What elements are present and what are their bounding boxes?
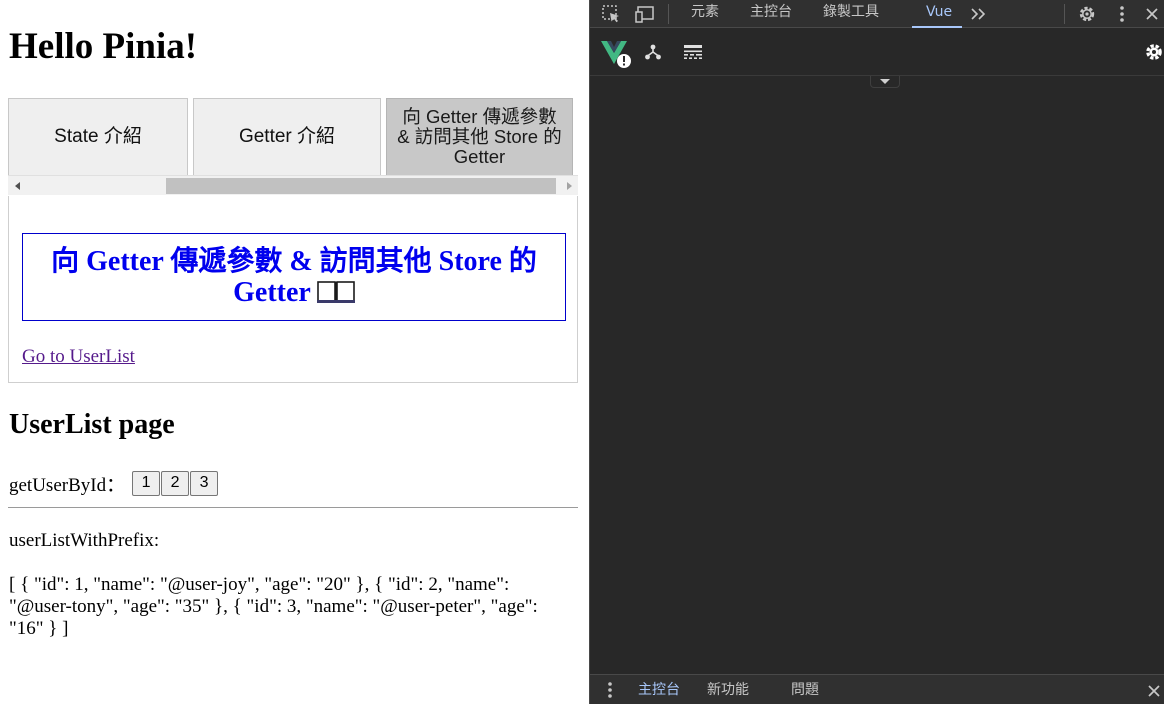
horizontal-scrollbar[interactable] [8,175,578,195]
prefix-list-json: [ { "id": 1, "name": "@user-joy", "age":… [9,574,538,639]
devtools-panel: 元素 主控台 錄製工具 Vue 主控台 新功能 問題 [589,0,1164,704]
arrow-right-icon [566,182,572,190]
get-user-by-id-row: getUserById： 1 2 3 [9,470,219,496]
drawer-tab-whats-new[interactable]: 新功能 [707,675,749,704]
userlist-heading: UserList page [9,409,175,440]
timeline-icon[interactable] [682,41,704,63]
app-page: Hello Pinia! State 介紹 Getter 介紹 向 Getter… [0,0,589,704]
go-to-userlist-link[interactable]: Go to UserList [22,346,135,368]
devtools-drawer-bar: 主控台 新功能 問題 [590,674,1164,704]
expand-panel-toggle[interactable] [870,76,900,88]
drawer-tab-console[interactable]: 主控台 [638,675,680,704]
drawer-tab-issues[interactable]: 問題 [791,675,819,704]
section-title-box: 向 Getter 傳遞參數 & 訪問其他 Store 的 Getter [22,233,566,321]
devtools-tab-vue[interactable]: Vue [911,0,963,28]
user-id-button-2[interactable]: 2 [161,470,190,496]
tab-content-panel: 向 Getter 傳遞參數 & 訪問其他 Store 的 Getter Go t… [8,196,578,383]
tab-getter-params[interactable]: 向 Getter 傳遞參數 & 訪問其他 Store 的 Getter [386,98,573,175]
page-title: Hello Pinia! [9,26,198,67]
close-drawer-icon[interactable] [1146,683,1162,699]
book-icon [316,280,355,304]
vue-settings-gear-icon[interactable] [1143,41,1164,63]
tab-bar: State 介紹 Getter 介紹 向 Getter 傳遞參數 & 訪問其他 … [8,98,578,175]
device-toolbar-icon[interactable] [634,3,658,25]
prefix-list-label: userListWithPrefix: [9,530,160,551]
scroll-left-arrow[interactable] [8,176,26,196]
arrow-left-icon [14,182,20,190]
scrollbar-thumb[interactable] [166,178,556,194]
devtools-tab-elements[interactable]: 元素 [691,0,719,28]
tab-label: Getter 介紹 [238,126,336,147]
drawer-menu-icon[interactable] [602,681,618,699]
kebab-menu-icon[interactable] [1112,3,1132,25]
tab-label: 向 Getter 傳遞參數 & 訪問其他 Store 的 Getter [397,106,562,167]
toolbar-separator [668,4,669,24]
vue-logo-warning-icon[interactable] [600,38,634,70]
user-id-button-3[interactable]: 3 [190,470,219,496]
get-user-by-id-label: getUserById： [9,474,126,496]
vue-devtools-toolbar [590,29,1164,76]
scroll-right-arrow[interactable] [560,176,578,196]
devtools-toolbar: 元素 主控台 錄製工具 Vue [590,0,1164,28]
section-title: 向 Getter 傳遞參數 & 訪問其他 Store 的 Getter [33,246,555,308]
divider [8,507,578,508]
inspect-element-icon[interactable] [600,3,622,25]
section-title-text: 向 Getter 傳遞參數 & 訪問其他 Store 的 Getter [51,246,537,308]
tab-state-intro[interactable]: State 介紹 [8,98,188,175]
settings-gear-icon[interactable] [1076,3,1098,25]
devtools-tab-console[interactable]: 主控台 [750,0,792,28]
user-id-button-1[interactable]: 1 [132,470,161,496]
tab-getter-intro[interactable]: Getter 介紹 [193,98,381,175]
chevron-down-icon [880,79,890,84]
toolbar-separator [1064,4,1065,24]
close-devtools-icon[interactable] [1142,3,1162,25]
devtools-tab-recorder[interactable]: 錄製工具 [823,0,879,28]
more-tabs-chevron-icon[interactable] [968,3,990,25]
component-tree-icon[interactable] [642,41,664,63]
tab-label: State 介紹 [54,126,142,147]
